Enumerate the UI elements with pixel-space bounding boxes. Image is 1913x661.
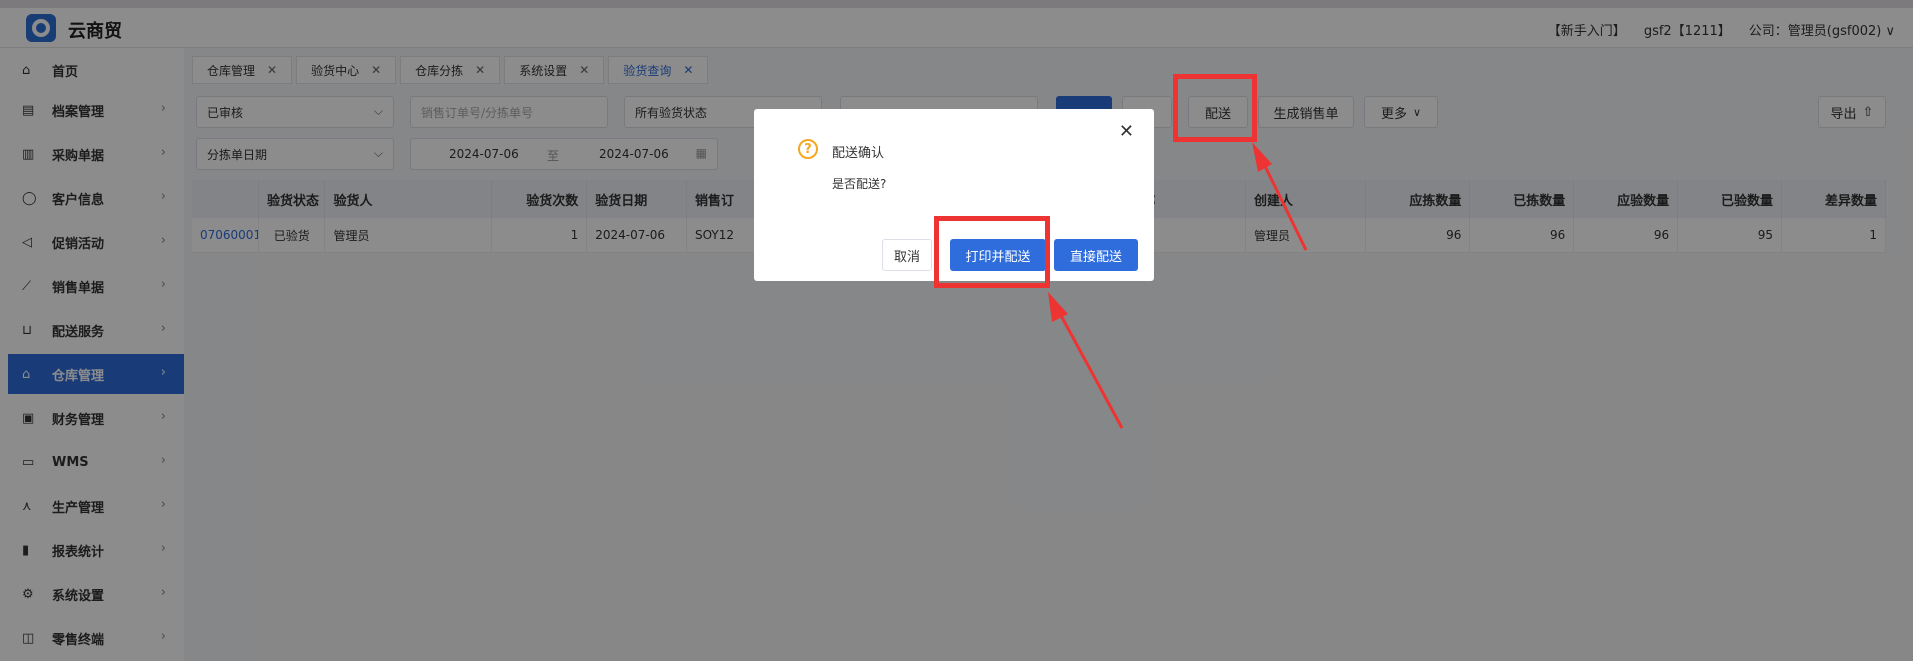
arrow-head xyxy=(1252,142,1272,172)
arrow-line xyxy=(1260,159,1308,251)
annotation-arrows xyxy=(1048,142,1308,429)
arrow-head xyxy=(1048,292,1068,322)
arrow-line xyxy=(1056,309,1124,429)
